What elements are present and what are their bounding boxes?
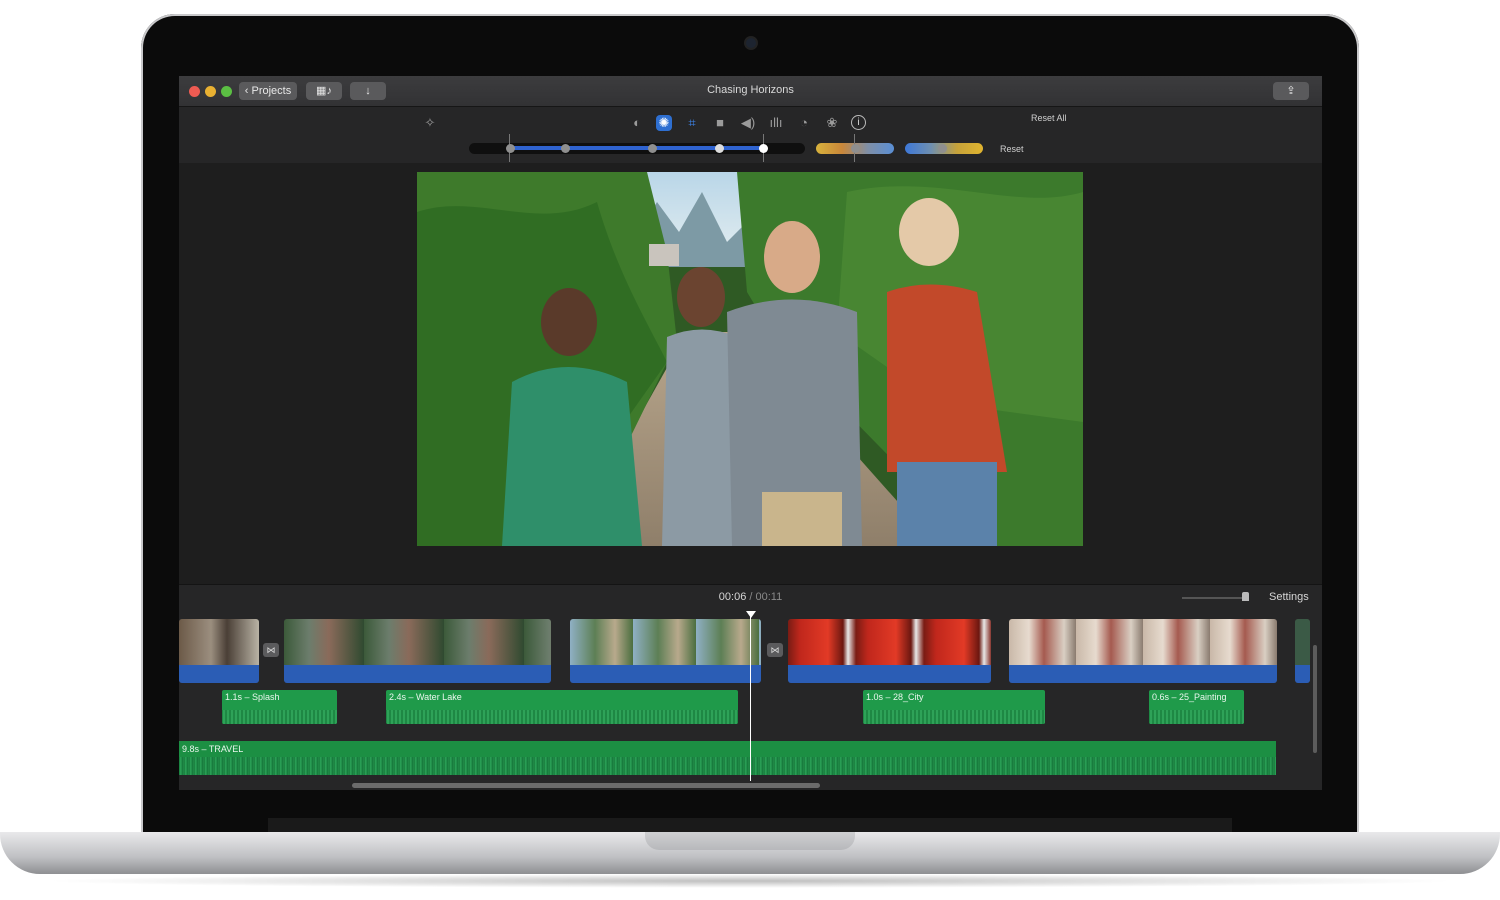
clip-thumbnails [1295, 619, 1310, 665]
shadows-knob[interactable] [506, 144, 515, 153]
music-waveform [179, 757, 1276, 775]
clip-thumbnails [788, 619, 991, 665]
background-music-clip[interactable]: 9.8s – TRAVEL [179, 741, 1276, 775]
video-overlay-icon[interactable]: ❀ [824, 115, 840, 131]
saturation-knob[interactable] [851, 144, 860, 153]
share-button[interactable]: ⇪ [1273, 82, 1309, 100]
reset-all-button[interactable]: Reset All [1031, 113, 1067, 123]
video-clip[interactable] [1009, 619, 1277, 683]
sound-effect-label: 1.1s – Splash [225, 692, 280, 702]
noise-reduction-icon[interactable]: ıllı [768, 115, 784, 131]
sound-effect-label: 2.4s – Water Lake [389, 692, 462, 702]
speed-icon[interactable]: ◔ [796, 115, 812, 131]
waveform [1149, 710, 1244, 724]
multi-range-slider[interactable] [469, 134, 805, 162]
zoom-slider[interactable] [1182, 597, 1244, 599]
video-clip[interactable] [570, 619, 761, 683]
midtone-knob[interactable] [715, 144, 724, 153]
clip-audio [570, 665, 761, 683]
color-correction-icon[interactable]: ✺ [656, 115, 672, 131]
video-clip[interactable] [1295, 619, 1310, 683]
settings-button[interactable]: Settings [1269, 591, 1309, 603]
video-preview [417, 172, 1083, 546]
total-duration: 00:11 [755, 591, 783, 603]
transition-icon[interactable]: ⋈ [767, 643, 783, 657]
clip-thumbnails [570, 619, 761, 665]
clip-audio [1009, 665, 1277, 683]
range-fill [509, 146, 763, 150]
volume-icon[interactable]: ◀) [740, 115, 756, 131]
info-icon[interactable]: i [851, 115, 866, 130]
timeline: 00:06 / 00:11 Settings ⋈ ⋈ 1.1s – Splash… [179, 584, 1322, 790]
playhead[interactable] [750, 613, 751, 781]
title-bar: ‹ Projects ▦♪ ↓ Chasing Horizons ⇪ [179, 76, 1322, 107]
clip-audio [284, 665, 551, 683]
waveform [863, 710, 1045, 724]
magic-wand-icon[interactable]: ✧ [422, 115, 438, 131]
sound-effect-clip[interactable]: 1.1s – Splash [222, 690, 337, 724]
laptop-hinge [268, 818, 1232, 832]
sound-effect-clip[interactable]: 0.6s – 25_Painting [1149, 690, 1244, 724]
sound-effect-label: 1.0s – 28_City [866, 692, 924, 702]
laptop-shadow [40, 874, 1460, 888]
laptop-notch [645, 832, 855, 850]
clip-audio [788, 665, 991, 683]
viewer: 🎙 ⏮ ▶ ⏭ ⤢ [179, 164, 1322, 661]
imovie-window: ‹ Projects ▦♪ ↓ Chasing Horizons ⇪ ✧ ◐ ✺… [179, 76, 1322, 790]
clip-thumbnails [1009, 619, 1277, 665]
clip-audio [179, 665, 259, 683]
clip-audio [1295, 665, 1310, 683]
stabilization-icon[interactable]: ■ [712, 115, 728, 131]
share-icon: ⇪ [1286, 85, 1296, 97]
video-clip[interactable] [179, 619, 259, 683]
playhead-handle[interactable] [746, 611, 756, 618]
crop-icon[interactable]: ⌗ [684, 115, 700, 131]
clip-thumbnails [284, 619, 551, 665]
window-title: Chasing Horizons [707, 84, 794, 96]
timecode: 00:06 / 00:11 [179, 591, 1322, 603]
temperature-slider[interactable] [905, 143, 983, 154]
sound-effect-clip[interactable]: 1.0s – 28_City [863, 690, 1045, 724]
video-clip[interactable] [788, 619, 991, 683]
waveform [386, 710, 738, 724]
horizontal-scrollbar[interactable] [352, 783, 820, 788]
clip-thumbnails [179, 619, 259, 665]
brightness-knob[interactable] [561, 144, 570, 153]
saturation-slider[interactable] [816, 134, 894, 162]
transition-icon[interactable]: ⋈ [263, 643, 279, 657]
sound-effect-clip[interactable]: 2.4s – Water Lake [386, 690, 738, 724]
reset-button[interactable]: Reset [1000, 144, 1024, 154]
vertical-scrollbar[interactable] [1313, 645, 1317, 753]
contrast-knob[interactable] [648, 144, 657, 153]
color-balance-icon[interactable]: ◐ [629, 115, 645, 131]
zoom-knob[interactable] [1242, 592, 1249, 601]
music-label: 9.8s – TRAVEL [182, 744, 244, 754]
adjustments-bar: ✧ ◐ ✺ ⌗ ■ ◀) ıllı ◔ ❀ i Reset All Reset [179, 107, 1322, 163]
current-time: 00:06 [718, 591, 747, 603]
temperature-knob[interactable] [938, 144, 947, 153]
video-frame-image [417, 172, 1083, 546]
camera [746, 38, 756, 48]
video-clip[interactable] [284, 619, 551, 683]
sound-effect-label: 0.6s – 25_Painting [1152, 692, 1227, 702]
highlights-knob[interactable] [759, 144, 768, 153]
waveform [222, 710, 337, 724]
